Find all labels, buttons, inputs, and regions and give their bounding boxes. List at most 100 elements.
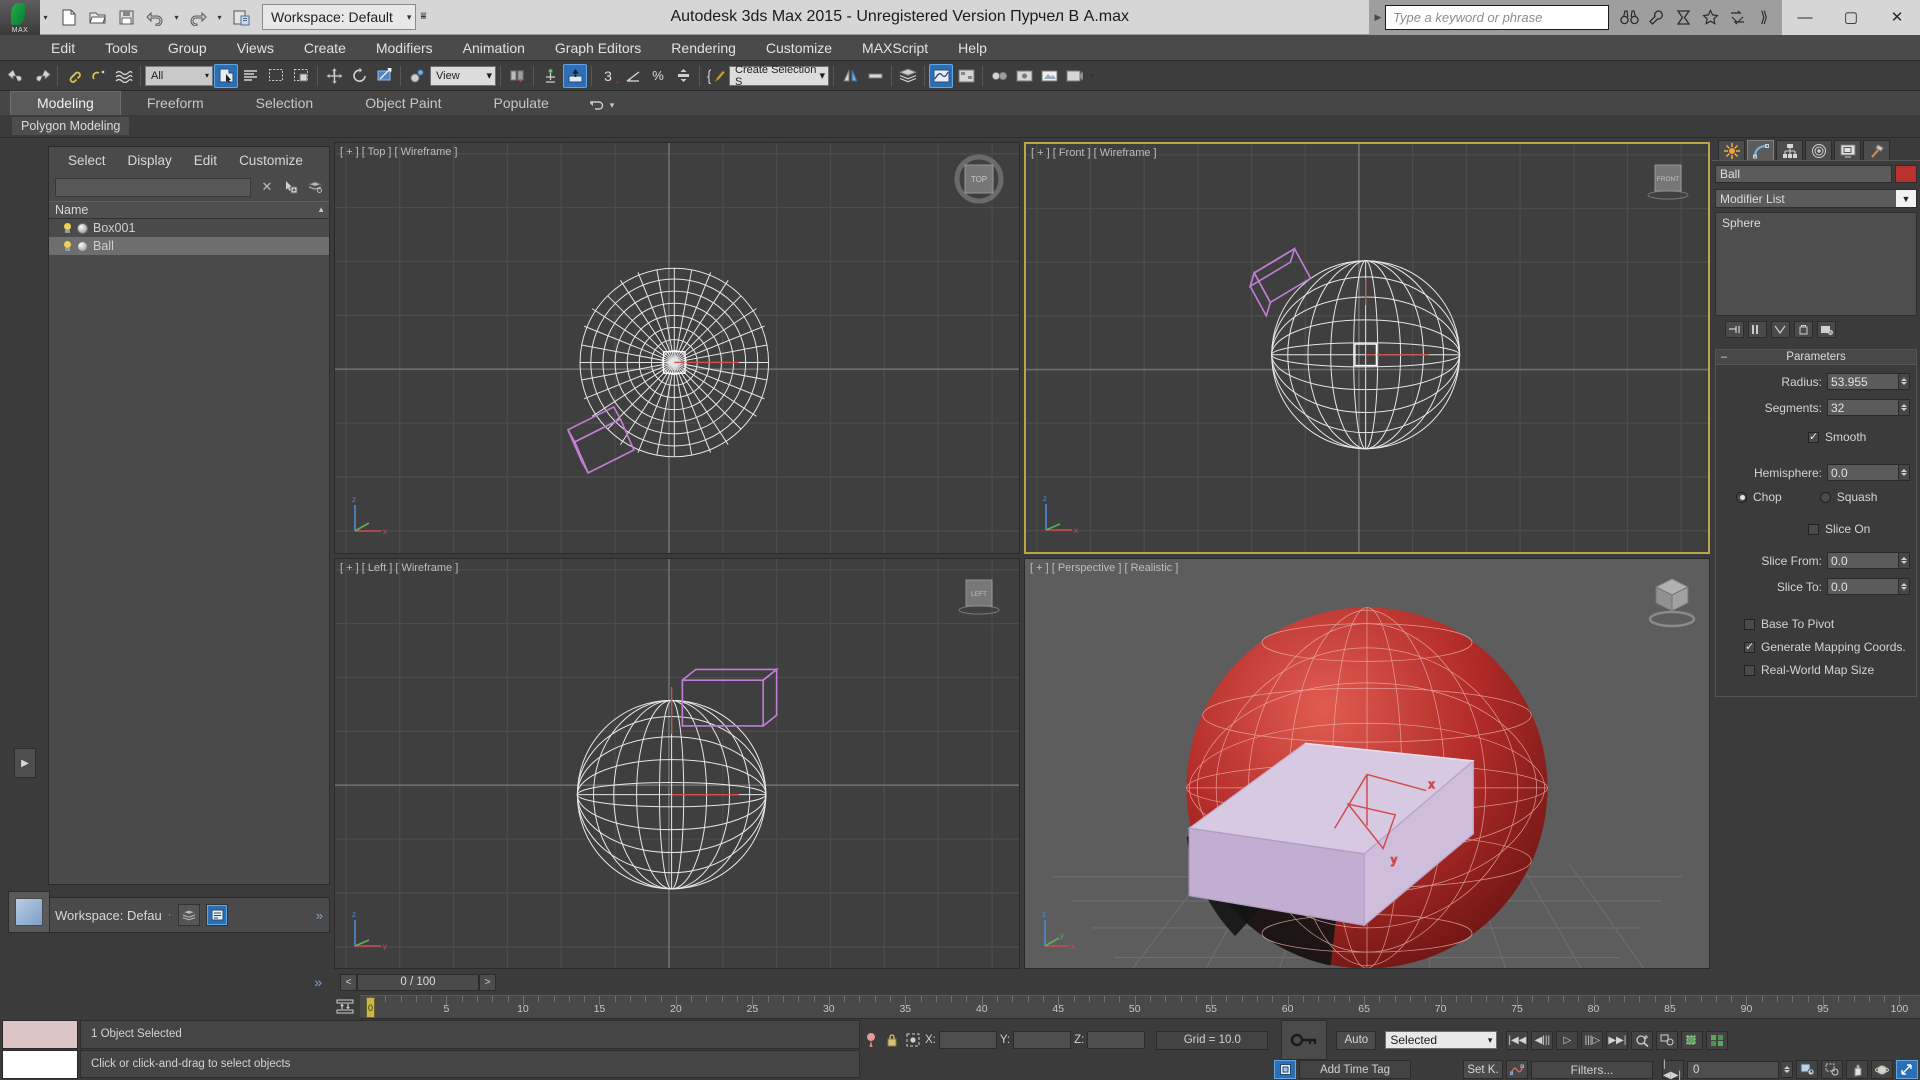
scene-explorer-toggle-icon[interactable]: [206, 904, 229, 926]
view-cube[interactable]: FRONT: [1640, 154, 1696, 210]
zoom-extents-icon[interactable]: [1681, 1030, 1704, 1050]
schematic-view-icon[interactable]: [954, 64, 978, 88]
undo-dropdown-icon[interactable]: ▾: [171, 13, 182, 22]
bind-to-spacewarp-icon[interactable]: [112, 64, 136, 88]
next-frame-button[interactable]: >: [479, 973, 496, 991]
mirror-icon[interactable]: [838, 64, 862, 88]
spinner-arrows-icon[interactable]: [1899, 464, 1910, 481]
clear-search-icon[interactable]: ✕: [259, 179, 275, 195]
time-configuration-icon[interactable]: [1796, 1060, 1818, 1079]
panel-expand-chevrons-icon[interactable]: »: [316, 908, 323, 923]
named-selection-sets-combo[interactable]: Create Selection S ▾: [729, 64, 829, 88]
menu-views[interactable]: Views: [222, 38, 289, 58]
save-file-icon[interactable]: [113, 4, 139, 30]
radius-value[interactable]: 53.955: [1827, 373, 1899, 390]
viewport-top[interactable]: [ + ] [ Top ] [ Wireframe ] TOP z x: [334, 142, 1020, 554]
go-to-start-icon[interactable]: |◀◀: [1506, 1030, 1529, 1050]
workspace-selector[interactable]: Workspace: Default ▾: [262, 4, 417, 30]
menu-tools[interactable]: Tools: [90, 38, 153, 58]
slice-to-value[interactable]: 0.0: [1827, 578, 1899, 595]
redo-dropdown-icon[interactable]: ▾: [214, 13, 225, 22]
spinner-arrows-icon[interactable]: [1782, 1061, 1793, 1078]
remove-modifier-icon[interactable]: [1794, 320, 1813, 338]
spinner-snap-toggle-icon[interactable]: [671, 64, 695, 88]
chevrons-right-icon[interactable]: ⟫: [1754, 7, 1774, 27]
explorer-menu-customize[interactable]: Customize: [228, 151, 314, 170]
redo-icon[interactable]: [185, 4, 211, 30]
explorer-column-header[interactable]: Name ▲: [49, 201, 329, 219]
snaps-toggle-3-icon[interactable]: 3 ◦: [596, 64, 620, 88]
menu-group[interactable]: Group: [153, 38, 222, 58]
display-tab[interactable]: [1834, 140, 1861, 160]
viewport-label[interactable]: [ + ] [ Top ] [ Wireframe ]: [340, 146, 457, 158]
key-mode-toggle-icon[interactable]: |◀▶|: [1662, 1059, 1684, 1080]
search-input[interactable]: Type a keyword or phrase: [1385, 4, 1609, 30]
panel-chevrons-icon[interactable]: »: [314, 974, 322, 990]
spinner-arrows-icon[interactable]: [1899, 552, 1910, 569]
menu-create[interactable]: Create: [289, 38, 361, 58]
add-time-tag-button[interactable]: Add Time Tag: [1299, 1060, 1411, 1079]
time-slider[interactable]: < 0 / 100 >: [340, 973, 496, 991]
slice-to-spinner[interactable]: 0.0: [1827, 578, 1910, 595]
edit-named-selection-sets-icon[interactable]: [704, 64, 728, 88]
smooth-checkbox[interactable]: [1808, 430, 1819, 443]
set-key-label-button[interactable]: Set K.: [1463, 1060, 1503, 1079]
app-menu-caret-icon[interactable]: ▾: [40, 13, 51, 22]
radius-spinner[interactable]: 53.955: [1827, 373, 1910, 390]
unlink-selection-icon[interactable]: [87, 64, 111, 88]
modify-tab[interactable]: [1747, 140, 1774, 160]
slice-from-spinner[interactable]: 0.0: [1827, 552, 1910, 569]
segments-value[interactable]: 32: [1827, 399, 1899, 416]
auto-key-button[interactable]: Auto: [1336, 1030, 1377, 1050]
tab-selection[interactable]: Selection: [230, 92, 340, 115]
search-expand-icon[interactable]: ▶: [1371, 12, 1385, 23]
use-transform-center-icon[interactable]: [405, 64, 429, 88]
view-cube[interactable]: LEFT: [951, 569, 1007, 625]
isolate-selection-icon[interactable]: [862, 1032, 880, 1048]
zoom-icon[interactable]: [1631, 1030, 1654, 1050]
viewport-front[interactable]: [ + ] [ Front ] [ Wireframe ] FRONT z x: [1024, 142, 1710, 554]
select-by-name-icon[interactable]: [239, 64, 263, 88]
view-cube[interactable]: TOP: [951, 153, 1007, 209]
select-and-link-icon[interactable]: [62, 64, 86, 88]
utilities-tab[interactable]: [1863, 140, 1890, 160]
selection-lock-icon[interactable]: [883, 1033, 901, 1047]
zoom-extents-all-icon[interactable]: [1706, 1030, 1729, 1050]
layer-filter-icon[interactable]: [307, 179, 323, 195]
spinner-arrows-icon[interactable]: [1899, 399, 1910, 416]
exchange-icon[interactable]: [1727, 7, 1747, 27]
close-button[interactable]: ✕: [1874, 0, 1920, 35]
align-icon[interactable]: [863, 64, 887, 88]
viewport-left[interactable]: [ + ] [ Left ] [ Wireframe ] LEFT z y: [334, 557, 1020, 969]
y-field[interactable]: [1013, 1031, 1072, 1049]
explorer-menu-display[interactable]: Display: [117, 151, 183, 170]
configure-modifier-sets-icon[interactable]: [1817, 320, 1836, 338]
workspace-overflow-icon[interactable]: ⩸: [416, 12, 430, 22]
create-tab[interactable]: [1718, 140, 1745, 160]
rendered-frame-window-icon[interactable]: [1037, 64, 1061, 88]
layers-toolbar-icon[interactable]: [178, 904, 201, 926]
pan-view-icon[interactable]: [1846, 1060, 1868, 1079]
menu-customize[interactable]: Customize: [751, 38, 847, 58]
render-dropdown-icon[interactable]: ▾: [1087, 71, 1098, 80]
render-setup-icon[interactable]: [1012, 64, 1036, 88]
explorer-menu-select[interactable]: Select: [57, 151, 117, 170]
toggle-scene-explorer-icon[interactable]: [1274, 1060, 1296, 1079]
open-file-icon[interactable]: [84, 4, 110, 30]
material-editor-icon[interactable]: [987, 64, 1011, 88]
frame-spinner[interactable]: [1782, 1061, 1793, 1078]
snaps-toggle-icon[interactable]: [563, 63, 587, 88]
select-and-rotate-icon[interactable]: [347, 64, 371, 88]
base-to-pivot-checkbox[interactable]: [1744, 618, 1755, 630]
select-and-move-icon[interactable]: [322, 64, 346, 88]
modifier-list-dropdown[interactable]: Modifier List ▼: [1715, 189, 1917, 208]
object-color-swatch[interactable]: [1895, 165, 1917, 183]
previous-frame-icon[interactable]: ◀|||: [1531, 1030, 1554, 1050]
modifier-stack[interactable]: Sphere: [1715, 212, 1917, 316]
project-folder-icon[interactable]: [228, 4, 254, 30]
ribbon-options-button[interactable]: ▾: [589, 99, 614, 115]
new-file-icon[interactable]: [55, 4, 81, 30]
list-item[interactable]: Ball: [49, 237, 329, 255]
pin-stack-icon[interactable]: [1725, 320, 1744, 338]
show-end-result-icon[interactable]: [1748, 320, 1767, 338]
